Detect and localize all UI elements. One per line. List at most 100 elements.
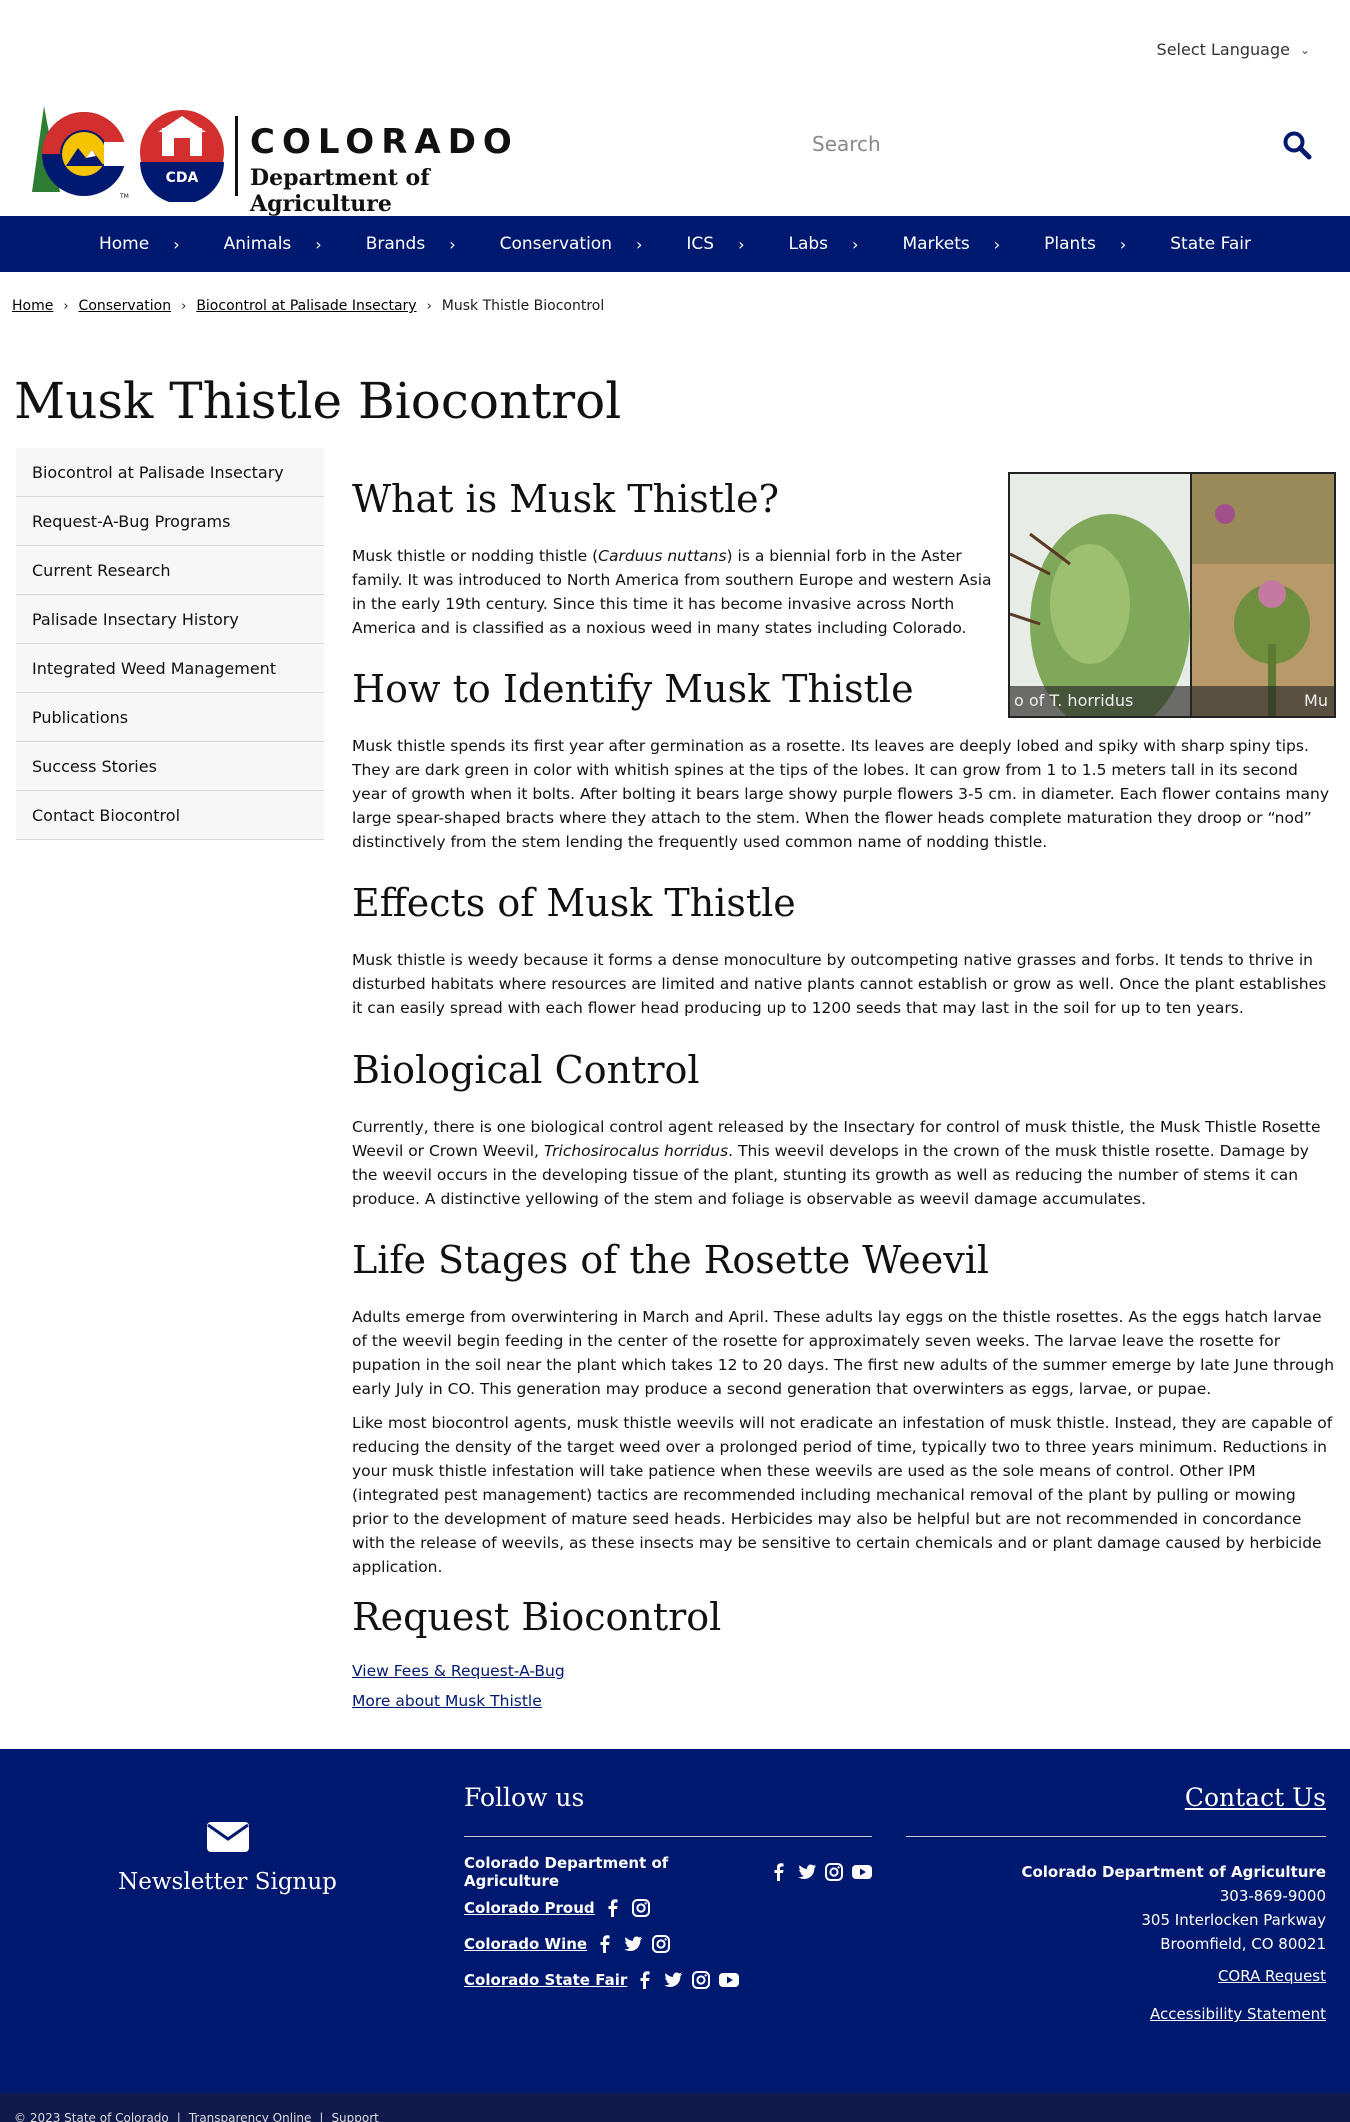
section-paragraph: Adults emerge from overwintering in Marc… xyxy=(352,1307,1335,1398)
logo-state-name: COLORADO xyxy=(250,122,519,162)
accessibility-statement-link[interactable]: Accessibility Statement xyxy=(906,2005,1326,2023)
divider xyxy=(464,1836,872,1837)
language-selector[interactable]: Select Language ⌄ xyxy=(1157,40,1310,59)
nav-item-plants[interactable]: Plants › xyxy=(1022,234,1148,254)
sidebar-item-request-a-bug[interactable]: Request-A-Bug Programs xyxy=(16,497,324,546)
chevron-right-icon: › xyxy=(636,234,643,254)
sidebar-item-current-research[interactable]: Current Research xyxy=(16,546,324,595)
nav-item-ics[interactable]: ICS › xyxy=(664,234,766,254)
facebook-icon[interactable] xyxy=(769,1863,789,1881)
breadcrumb: Home › Conservation › Biocontrol at Pali… xyxy=(12,298,604,314)
sidebar-item-success-stories[interactable]: Success Stories xyxy=(16,742,324,791)
twitter-icon[interactable] xyxy=(663,1971,683,1989)
section-life-stages: Life Stages of the Rosette Weevil Adults… xyxy=(352,1238,1336,1589)
chevron-right-icon: › xyxy=(173,234,180,254)
facebook-icon[interactable] xyxy=(635,1971,655,1989)
nav-label: Animals xyxy=(223,234,292,254)
chevron-right-icon: › xyxy=(738,234,745,254)
breadcrumb-conservation-link[interactable]: Conservation xyxy=(79,298,172,314)
search-input[interactable]: Search xyxy=(812,132,881,156)
species-name: Carduus nuttans xyxy=(598,546,727,565)
social-link[interactable]: Colorado State Fair xyxy=(464,1971,627,1989)
youtube-icon[interactable] xyxy=(719,1971,740,1989)
request-a-bug-link[interactable]: View Fees & Request-A-Bug xyxy=(352,1662,1336,1680)
contact-address-line2: Broomfield, CO 80021 xyxy=(1160,1935,1326,1953)
nav-item-brands[interactable]: Brands › xyxy=(344,234,478,254)
nav-item-markets[interactable]: Markets › xyxy=(880,234,1022,254)
cda-badge-text: CDA xyxy=(166,170,199,186)
tm-mark: TM xyxy=(119,193,129,200)
nav-item-home[interactable]: Home › xyxy=(77,234,202,254)
search-icon[interactable] xyxy=(1282,130,1312,164)
facebook-icon[interactable] xyxy=(595,1935,615,1953)
social-row-state-fair: Colorado State Fair xyxy=(464,1971,872,1989)
nav-item-animals[interactable]: Animals › xyxy=(202,234,344,254)
transparency-link[interactable]: Transparency Online xyxy=(189,2111,312,2122)
contact-us-link[interactable]: Contact Us xyxy=(906,1783,1326,1812)
divider xyxy=(906,1836,1326,1837)
section-paragraph: Musk thistle is weedy because it forms a… xyxy=(352,950,1327,1017)
contact-us: Contact Us Colorado Department of Agricu… xyxy=(906,1783,1326,2023)
chevron-down-icon: ⌄ xyxy=(1299,42,1310,57)
breadcrumb-current: Musk Thistle Biocontrol xyxy=(441,298,605,314)
nav-label: Conservation xyxy=(499,234,612,254)
section-paragraph: Like most biocontrol agents, musk thistl… xyxy=(352,1413,1333,1576)
twitter-icon[interactable] xyxy=(797,1863,817,1881)
site-footer: Newsletter Signup Follow us Colorado Dep… xyxy=(0,1749,1350,2093)
envelope-icon xyxy=(206,1822,250,1857)
chevron-right-icon: › xyxy=(993,234,1001,254)
instagram-icon[interactable] xyxy=(824,1863,844,1881)
section-heading: How to Identify Musk Thistle xyxy=(352,667,914,711)
social-link[interactable]: Colorado Proud xyxy=(464,1899,595,1917)
nav-item-conservation[interactable]: Conservation › xyxy=(478,234,665,254)
twitter-icon[interactable] xyxy=(623,1935,643,1953)
species-name: Trichosirocalus horridus xyxy=(543,1141,729,1160)
sub-footer: © 2023 State of Colorado | Transparency … xyxy=(0,2093,1350,2122)
separator: | xyxy=(319,2111,324,2122)
nav-label: Brands xyxy=(365,234,426,254)
cda-logo[interactable]: TM CDA COLORADO Department of Agricultur… xyxy=(30,102,550,217)
main-nav: Home › Animals › Brands › Conservation › ICS… xyxy=(0,216,1350,272)
breadcrumb-biocontrol-link[interactable]: Biocontrol at Palisade Insectary xyxy=(196,298,416,314)
instagram-icon[interactable] xyxy=(631,1899,651,1917)
nav-label: ICS xyxy=(686,234,715,254)
sidebar-item-biocontrol[interactable]: Biocontrol at Palisade Insectary xyxy=(16,448,324,497)
follow-us: Follow us Colorado Department of Agricul… xyxy=(464,1783,872,2007)
chevron-right-icon: › xyxy=(63,298,69,314)
nav-item-labs[interactable]: Labs › xyxy=(767,234,881,254)
support-link[interactable]: Support xyxy=(331,2111,378,2122)
logo-divider xyxy=(235,116,238,196)
sidebar-item-weed-management[interactable]: Integrated Weed Management xyxy=(16,644,324,693)
section-effects: Effects of Musk Thistle Musk thistle is … xyxy=(352,881,1336,1030)
sidebar-nav: Biocontrol at Palisade Insectary Request… xyxy=(16,448,324,840)
section-heading: Request Biocontrol xyxy=(352,1595,722,1639)
section-identify: How to Identify Musk Thistle Musk thistl… xyxy=(352,667,1336,864)
section-paragraph: Currently, there is one biological contr… xyxy=(352,1115,1336,1211)
search-box[interactable]: Search xyxy=(786,116,1326,176)
separator: | xyxy=(176,2111,181,2122)
nav-item-state-fair[interactable]: State Fair xyxy=(1148,234,1273,254)
breadcrumb-home-link[interactable]: Home xyxy=(12,298,53,314)
newsletter-signup[interactable]: Newsletter Signup xyxy=(0,1821,455,1895)
sub-footer-links: © 2023 State of Colorado | Transparency … xyxy=(14,2111,379,2122)
section-paragraph: Musk thistle or nodding thistle (Carduus… xyxy=(352,544,992,640)
nav-label: Home xyxy=(98,234,150,254)
instagram-icon[interactable] xyxy=(651,1935,671,1953)
chevron-right-icon: › xyxy=(315,234,322,254)
sidebar-item-history[interactable]: Palisade Insectary History xyxy=(16,595,324,644)
contact-phone: 303-869-9000 xyxy=(1219,1887,1326,1905)
language-label: Select Language xyxy=(1156,40,1290,59)
chevron-right-icon: › xyxy=(426,298,432,314)
social-link[interactable]: Colorado Wine xyxy=(464,1935,587,1953)
youtube-icon[interactable] xyxy=(852,1863,872,1881)
instagram-icon[interactable] xyxy=(691,1971,711,1989)
social-label: Colorado Department of Agriculture xyxy=(464,1854,669,1890)
site-header: TM CDA COLORADO Department of Agricultur… xyxy=(0,88,1350,217)
sidebar-item-contact[interactable]: Contact Biocontrol xyxy=(16,791,324,840)
section-paragraph: Musk thistle spends its first year after… xyxy=(352,736,1330,851)
more-musk-thistle-link[interactable]: More about Musk Thistle xyxy=(352,1692,1336,1710)
facebook-icon[interactable] xyxy=(603,1899,623,1917)
follow-title: Follow us xyxy=(464,1783,585,1812)
sidebar-item-publications[interactable]: Publications xyxy=(16,693,324,742)
cora-request-link[interactable]: CORA Request xyxy=(906,1967,1326,1985)
